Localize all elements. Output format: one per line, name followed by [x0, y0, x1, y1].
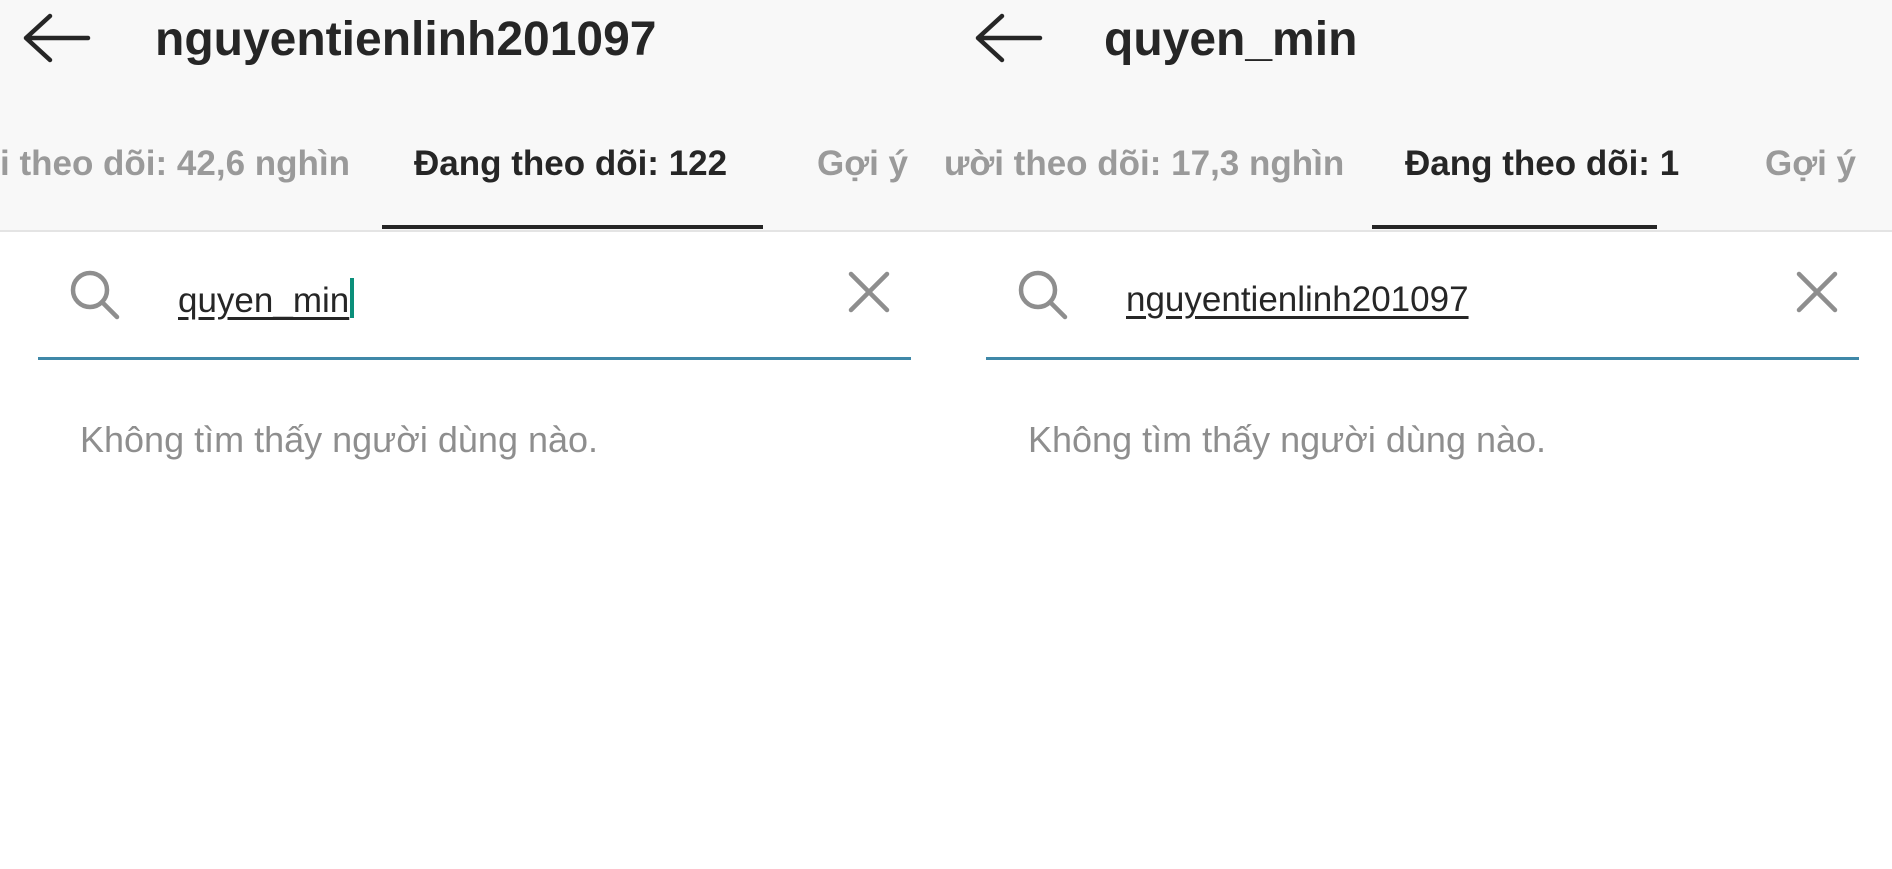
- header: nguyentienlinh201097 i theo dõi: 42,6 ng…: [0, 0, 946, 232]
- page-title: nguyentienlinh201097: [155, 13, 657, 66]
- tab-suggestions[interactable]: Gợi ý: [817, 142, 908, 186]
- empty-results-message: Không tìm thấy người dùng nào.: [80, 419, 599, 460]
- tab-suggestions[interactable]: Gợi ý: [1765, 142, 1856, 186]
- search-input-text: quyen_min: [178, 281, 350, 320]
- empty-results-message: Không tìm thấy người dùng nào.: [1028, 419, 1547, 460]
- search-bar[interactable]: quyen_min: [38, 230, 911, 360]
- search-icon: [1018, 270, 1068, 320]
- page-title: quyen_min: [1104, 13, 1358, 66]
- back-arrow-icon[interactable]: [22, 12, 92, 64]
- left-panel: nguyentienlinh201097 i theo dõi: 42,6 ng…: [0, 0, 946, 869]
- search-input[interactable]: quyen_min: [178, 278, 355, 323]
- close-icon[interactable]: [847, 270, 891, 314]
- active-tab-indicator: [1372, 225, 1657, 229]
- search-input[interactable]: nguyentienlinh201097: [1126, 278, 1469, 322]
- tab-following[interactable]: Đang theo dõi: 1: [1405, 142, 1679, 186]
- search-underline: [986, 357, 1859, 360]
- text-caret: [350, 278, 355, 318]
- search-underline: [38, 357, 911, 360]
- header: quyen_min ười theo dõi: 17,3 nghìn Đang …: [946, 0, 1892, 232]
- close-icon[interactable]: [1795, 270, 1839, 314]
- search-bar[interactable]: nguyentienlinh201097: [986, 230, 1859, 360]
- search-input-text: nguyentienlinh201097: [1126, 280, 1469, 319]
- tab-following[interactable]: Đang theo dõi: 122: [414, 142, 727, 186]
- tab-followers[interactable]: i theo dõi: 42,6 nghìn: [0, 142, 350, 186]
- tab-followers[interactable]: ười theo dõi: 17,3 nghìn: [946, 142, 1344, 186]
- search-icon: [70, 270, 120, 320]
- active-tab-indicator: [382, 225, 763, 229]
- back-arrow-icon[interactable]: [974, 12, 1044, 64]
- right-panel: quyen_min ười theo dõi: 17,3 nghìn Đang …: [946, 0, 1892, 869]
